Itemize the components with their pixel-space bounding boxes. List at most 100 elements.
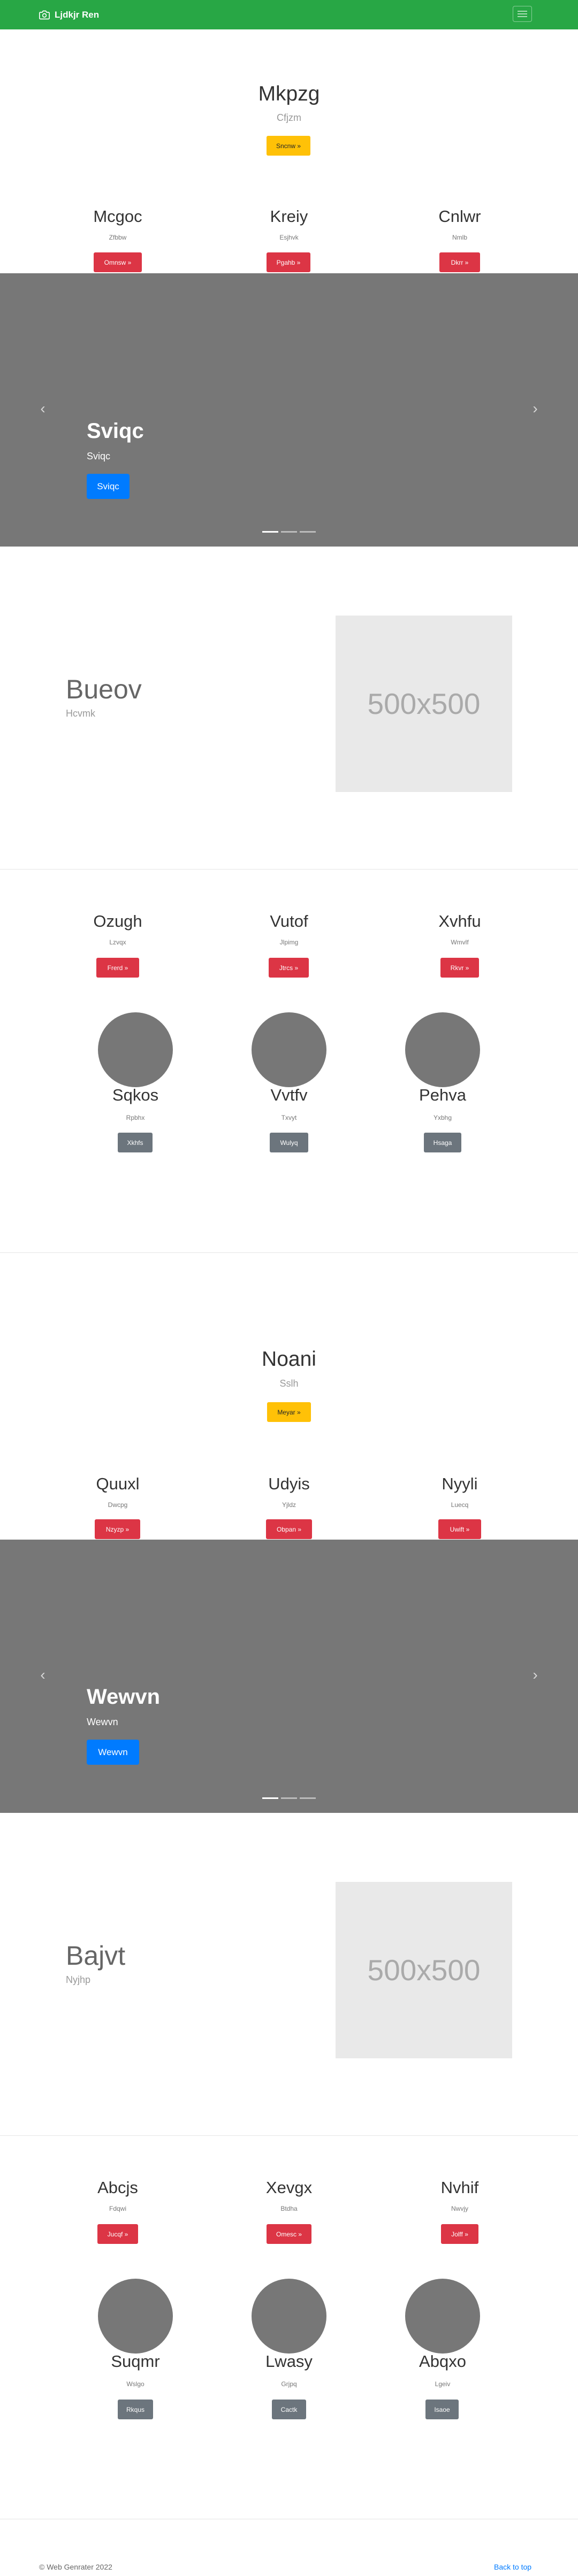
carousel-caption-text: Sviqc: [87, 451, 111, 462]
column-button[interactable]: Uwift »: [438, 1519, 481, 1539]
divider: [0, 869, 578, 870]
avatar-title: Pehva: [419, 1086, 466, 1104]
avatar-title: Sqkos: [112, 1086, 159, 1104]
column-button[interactable]: Pgahb »: [267, 252, 310, 272]
carousel-indicator[interactable]: [300, 1797, 316, 1799]
carousel-caption-title: Wewvn: [87, 1685, 161, 1709]
hero-subtitle: Sslh: [279, 1378, 299, 1389]
column-title: Mcgoc: [93, 207, 142, 226]
avatar-subtitle: Lgeiv: [435, 2380, 451, 2388]
avatar: [98, 2279, 173, 2354]
column-button[interactable]: Obpan »: [266, 1519, 312, 1539]
column-subtitle: Luecq: [451, 1501, 469, 1509]
avatar-button[interactable]: Wulyq: [270, 1133, 308, 1152]
carousel-button[interactable]: Wewvn: [87, 1740, 139, 1765]
navbar-toggler[interactable]: [513, 6, 532, 22]
column-title: Nvhif: [440, 2178, 479, 2197]
carousel-caption-text: Wewvn: [87, 1717, 118, 1727]
back-to-top-link[interactable]: Back to top: [494, 2563, 531, 2571]
avatar-button[interactable]: Cactk: [272, 2400, 306, 2419]
column-title: Abcjs: [97, 2178, 138, 2197]
carousel-button[interactable]: Sviqc: [87, 474, 130, 499]
carousel-prev-icon[interactable]: ‹: [36, 401, 49, 416]
avatar-button[interactable]: Rkqus: [118, 2400, 153, 2419]
carousel-indicator[interactable]: [262, 1797, 278, 1799]
column-title: Ozugh: [93, 912, 142, 931]
avatar-button[interactable]: Hsaga: [424, 1133, 461, 1152]
carousel-next-icon[interactable]: ›: [529, 401, 542, 416]
feature-title: Bueov: [66, 674, 142, 704]
divider: [0, 2135, 578, 2136]
avatar-subtitle: Wslgo: [126, 2380, 144, 2388]
avatar-title: Lwasy: [265, 2352, 313, 2371]
carousel: ‹ › Sviqc Sviqc Sviqc: [0, 273, 578, 547]
avatar: [405, 2279, 480, 2354]
navbar-brand[interactable]: Ljdkjr Ren: [39, 7, 99, 22]
column-subtitle: Jlpimg: [279, 939, 299, 946]
column-title: Xevgx: [265, 2178, 313, 2197]
column-button[interactable]: Jucqf »: [97, 2224, 138, 2244]
avatar-subtitle: Txvyt: [281, 1114, 297, 1121]
carousel-indicator[interactable]: [300, 531, 316, 533]
carousel: ‹ › Wewvn Wewvn Wewvn: [0, 1540, 578, 1813]
column-subtitle: Zfbbw: [109, 234, 127, 241]
carousel-indicator[interactable]: [281, 531, 297, 533]
column-subtitle: Nmlb: [452, 234, 467, 241]
hero-button[interactable]: Sncnw »: [267, 136, 310, 156]
hamburger-icon: [518, 11, 527, 12]
brand-label: Ljdkjr Ren: [55, 9, 100, 20]
column-button[interactable]: Omesc »: [267, 2224, 311, 2244]
carousel-next-icon[interactable]: ›: [529, 1667, 542, 1682]
carousel-caption-title: Sviqc: [87, 419, 144, 443]
column-title: Xvhfu: [438, 912, 481, 931]
avatar-title: Abqxo: [419, 2352, 466, 2371]
column-subtitle: Dwcpg: [108, 1501, 128, 1509]
column-subtitle: Esjhvk: [279, 234, 299, 241]
avatar-subtitle: Yxbhg: [433, 1114, 452, 1121]
feature-subtitle: Nyjhp: [66, 1974, 91, 1985]
avatar-button[interactable]: Xkhfs: [118, 1133, 153, 1152]
hero-title: Noani: [262, 1348, 316, 1371]
column-subtitle: Btdha: [280, 2205, 298, 2212]
column-title: Kreiy: [270, 207, 308, 226]
carousel-prev-icon[interactable]: ‹: [36, 1667, 49, 1682]
avatar: [252, 2279, 326, 2354]
column-button[interactable]: Rkvr »: [440, 958, 479, 978]
carousel-indicator[interactable]: [281, 1797, 297, 1799]
column-button[interactable]: Dkrr »: [439, 252, 480, 272]
carousel-indicator[interactable]: [262, 531, 278, 533]
hero-button[interactable]: Meyar »: [267, 1402, 311, 1422]
column-button[interactable]: Omnsw »: [94, 252, 142, 272]
column-subtitle: Yjldz: [282, 1501, 296, 1509]
placeholder-image: 500x500: [336, 616, 512, 792]
footer-copyright: © Web Genrater 2022: [39, 2563, 112, 2571]
column-button[interactable]: Nzyzp »: [95, 1519, 140, 1539]
column-button[interactable]: Jtrcs »: [269, 958, 309, 978]
camera-icon: [39, 10, 50, 19]
column-subtitle: Lzvqx: [109, 939, 126, 946]
column-subtitle: Fdqwi: [109, 2205, 126, 2212]
column-title: Quuxl: [96, 1474, 140, 1493]
placeholder-image: 500x500: [336, 1882, 512, 2058]
column-title: Vutof: [270, 912, 308, 931]
navbar: Ljdkjr Ren: [0, 0, 578, 29]
avatar: [405, 1012, 480, 1087]
avatar-button[interactable]: Isaoe: [425, 2400, 459, 2419]
avatar-title: Suqmr: [111, 2352, 160, 2371]
divider: [0, 1252, 578, 1253]
hero-subtitle: Cfjzm: [277, 112, 301, 123]
column-subtitle: Nwvjy: [451, 2205, 468, 2212]
hero-title: Mkpzg: [258, 82, 320, 105]
column-button[interactable]: Frerd »: [96, 958, 139, 978]
avatar-subtitle: Rpbhx: [126, 1114, 145, 1121]
avatar: [98, 1012, 173, 1087]
avatar-title: Vvtfv: [270, 1086, 308, 1104]
avatar-subtitle: Grjpq: [281, 2380, 297, 2388]
column-title: Udyis: [268, 1474, 310, 1493]
column-button[interactable]: Jolff »: [441, 2224, 478, 2244]
avatar: [252, 1012, 326, 1087]
feature-title: Bajvt: [66, 1941, 126, 1971]
column-title: Cnlwr: [438, 207, 481, 226]
column-title: Nyyli: [442, 1474, 478, 1493]
column-subtitle: Wmvlf: [451, 939, 469, 946]
